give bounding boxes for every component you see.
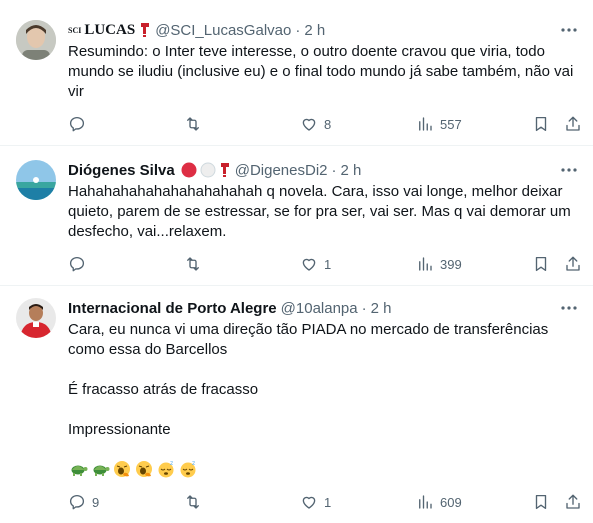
sleeping-face-icon: z — [180, 460, 196, 478]
name-badges — [181, 162, 231, 178]
share-icon — [566, 256, 580, 271]
retweet-button[interactable] — [184, 114, 208, 134]
retweet-button[interactable] — [184, 492, 208, 512]
emoji-row: z z — [68, 460, 198, 478]
bookmark-icon — [535, 256, 547, 272]
tweet-text: Cara, eu nunca vi uma direção tão PIADA … — [68, 321, 549, 438]
separator-dot: · — [361, 299, 367, 317]
turtle-icon — [93, 465, 110, 476]
views-button[interactable]: 399 — [416, 254, 462, 274]
svg-text:z: z — [192, 460, 195, 467]
retweet-icon — [187, 495, 199, 509]
like-count: 1 — [324, 494, 332, 510]
bookmark-button[interactable] — [532, 492, 550, 512]
more-options-icon[interactable] — [559, 298, 579, 318]
red-scarf-icon — [220, 163, 229, 177]
reply-button[interactable] — [68, 114, 92, 134]
analytics-icon — [419, 257, 432, 271]
reply-button[interactable] — [68, 254, 92, 274]
heart-icon — [302, 258, 316, 271]
tweet-actions: 1 399 — [68, 254, 581, 274]
tweet-text: Hahahahahahahahahahahah q novela. Cara, … — [68, 183, 575, 240]
display-name-prefix[interactable]: SCI — [68, 26, 81, 35]
like-button[interactable]: 1 — [300, 492, 331, 512]
name-badges — [139, 22, 151, 38]
avatar[interactable] — [16, 20, 56, 60]
analytics-icon — [419, 117, 432, 131]
user-handle[interactable]: @10alanpa — [281, 300, 358, 317]
tweet[interactable]: Internacional de Porto Alegre @10alanpa … — [0, 286, 593, 523]
view-count: 399 — [440, 256, 462, 272]
tweet-actions: 9 1 609 — [68, 492, 581, 512]
timestamp[interactable]: 2 h — [371, 300, 392, 317]
avatar[interactable] — [16, 160, 56, 200]
reply-count: 9 — [92, 494, 100, 510]
white-circle-icon — [200, 162, 216, 178]
timestamp[interactable]: 2 h — [341, 162, 362, 179]
display-name[interactable]: Internacional de Porto Alegre — [68, 300, 277, 317]
share-button[interactable] — [564, 114, 582, 134]
like-button[interactable]: 1 — [300, 254, 331, 274]
user-handle[interactable]: @DigenesDi2 — [235, 162, 328, 179]
display-name[interactable]: Diógenes Silva — [68, 162, 175, 179]
like-count: 1 — [324, 256, 332, 272]
tweet[interactable]: Diógenes Silva @DigenesDi2 · 2 h Hahahah… — [0, 146, 593, 286]
heart-icon — [302, 118, 316, 131]
red-circle-icon — [181, 162, 197, 178]
more-options-icon[interactable] — [559, 20, 579, 40]
share-icon — [566, 116, 580, 131]
like-button[interactable]: 8 — [300, 114, 331, 134]
user-handle[interactable]: @SCI_LucasGalvao — [155, 22, 291, 39]
views-button[interactable]: 557 — [416, 114, 462, 134]
svg-text:z: z — [170, 460, 173, 467]
sleeping-face-icon: z — [158, 460, 174, 478]
retweet-button[interactable] — [184, 254, 208, 274]
yawning-face-icon — [114, 461, 130, 477]
share-button[interactable] — [564, 492, 582, 512]
tweet[interactable]: SCI LUCAS @SCI_LucasGalvao · 2 h Resumin… — [0, 0, 593, 146]
tweet-text: Resumindo: o Inter teve interesse, o out… — [68, 43, 578, 100]
analytics-icon — [419, 495, 432, 509]
share-button[interactable] — [564, 254, 582, 274]
share-icon — [566, 494, 580, 509]
avatar[interactable] — [16, 298, 56, 338]
heart-icon — [302, 496, 316, 509]
separator-dot: · — [331, 161, 337, 179]
display-name[interactable]: LUCAS — [84, 22, 135, 39]
separator-dot: · — [295, 21, 301, 39]
turtle-icon — [71, 465, 88, 476]
view-count: 609 — [440, 494, 462, 510]
views-button[interactable]: 609 — [416, 492, 462, 512]
bookmark-icon — [535, 116, 547, 132]
reply-button[interactable]: 9 — [68, 492, 99, 512]
view-count: 557 — [440, 116, 462, 132]
reply-icon — [69, 256, 85, 272]
bookmark-button[interactable] — [532, 114, 550, 134]
tweet-actions: 8 557 — [68, 114, 581, 134]
more-options-icon[interactable] — [559, 160, 579, 180]
bookmark-button[interactable] — [532, 254, 550, 274]
red-scarf-icon — [141, 23, 150, 37]
timestamp[interactable]: 2 h — [304, 22, 325, 39]
reply-icon — [69, 494, 85, 510]
reply-icon — [69, 116, 85, 132]
retweet-icon — [187, 117, 199, 131]
like-count: 8 — [324, 116, 332, 132]
bookmark-icon — [535, 494, 547, 510]
retweet-icon — [187, 257, 199, 271]
yawning-face-icon — [136, 461, 152, 477]
